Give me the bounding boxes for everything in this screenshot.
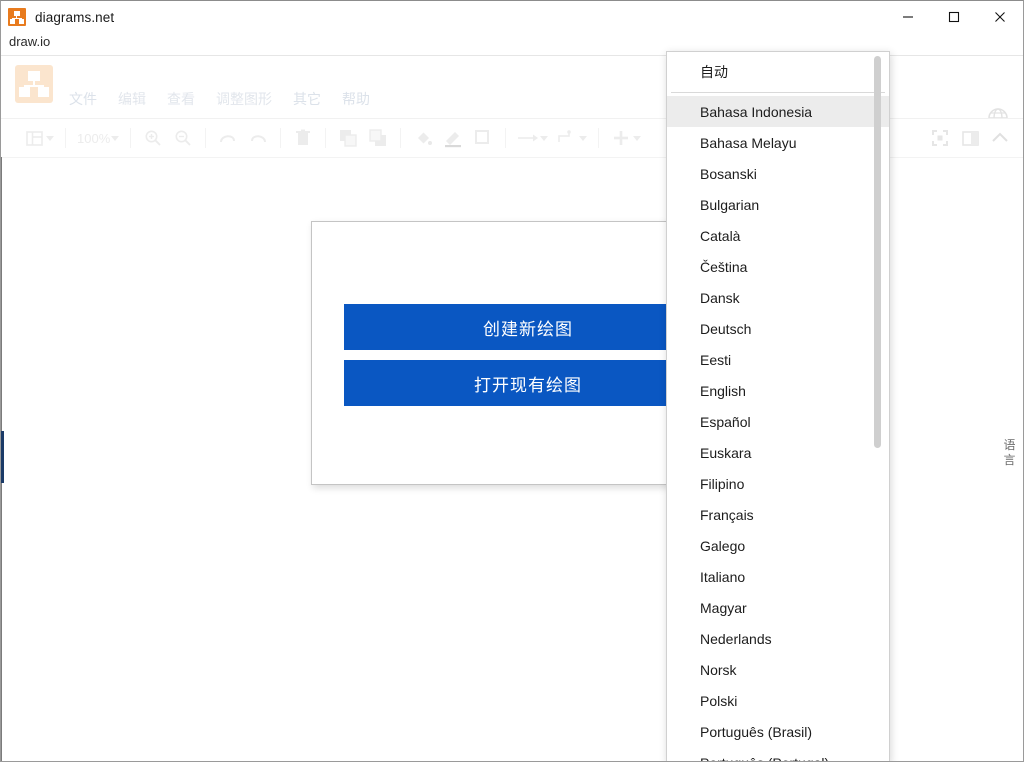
window-title: diagrams.net: [35, 9, 115, 25]
splash-dialog: 创建新绘图 打开现有绘图: [311, 221, 713, 485]
insert-icon[interactable]: [606, 123, 636, 153]
zoom-out-icon[interactable]: [168, 123, 198, 153]
redo-icon[interactable]: [243, 123, 273, 153]
language-option-magyar[interactable]: Magyar: [667, 592, 889, 623]
language-option-cestina[interactable]: Čeština: [667, 251, 889, 282]
collapse-icon[interactable]: [985, 123, 1015, 153]
language-option-nederlands[interactable]: Nederlands: [667, 623, 889, 654]
shadow-icon[interactable]: [468, 123, 498, 153]
language-dropdown-list: 自动 Bahasa Indonesia Bahasa Melayu Bosans…: [667, 52, 889, 762]
language-option-eesti[interactable]: Eesti: [667, 344, 889, 375]
create-new-diagram-button[interactable]: 创建新绘图: [344, 304, 712, 350]
panel-layout-icon[interactable]: [19, 123, 49, 153]
language-option-deutsch[interactable]: Deutsch: [667, 313, 889, 344]
zoom-caret-icon[interactable]: [111, 135, 120, 141]
language-option-norsk[interactable]: Norsk: [667, 654, 889, 685]
language-option-bahasa-melayu[interactable]: Bahasa Melayu: [667, 127, 889, 158]
language-option-espanol[interactable]: Español: [667, 406, 889, 437]
language-dropdown: 自动 Bahasa Indonesia Bahasa Melayu Bosans…: [666, 51, 890, 762]
menu-item-extras[interactable]: 其它: [293, 89, 321, 109]
toolbar-divider: [280, 128, 282, 148]
menu-items: 文件 编辑 查看 调整图形 其它 帮助: [69, 89, 370, 109]
menu-item-arrange[interactable]: 调整图形: [216, 89, 272, 109]
to-front-icon[interactable]: [333, 123, 363, 153]
language-option-euskara[interactable]: Euskara: [667, 437, 889, 468]
language-option-english[interactable]: English: [667, 375, 889, 406]
toolbar-divider: [598, 128, 600, 148]
toolbar-divider: [130, 128, 132, 148]
menu-item-file[interactable]: 文件: [69, 89, 97, 109]
language-option-portugues-portugal[interactable]: Português (Portugal): [667, 747, 889, 762]
delete-icon[interactable]: [288, 123, 318, 153]
language-option-italiano[interactable]: Italiano: [667, 561, 889, 592]
minimize-button[interactable]: [885, 1, 931, 33]
application-window: diagrams.net draw.io 文件 编辑 查看 调整图形 其它 帮助: [0, 0, 1024, 762]
connection-caret-icon[interactable]: [540, 135, 549, 141]
language-option-catala[interactable]: Català: [667, 220, 889, 251]
format-panel-icon[interactable]: [955, 123, 985, 153]
waypoints-caret-icon[interactable]: [579, 135, 588, 141]
to-back-icon[interactable]: [363, 123, 393, 153]
connection-arrow-icon[interactable]: [513, 123, 543, 153]
insert-caret-icon[interactable]: [633, 135, 642, 141]
toolbar-divider: [505, 128, 507, 148]
dropdown-scrollbar-thumb[interactable]: [874, 56, 881, 448]
dropdown-scrollbar-track[interactable]: [874, 54, 885, 760]
language-option-auto[interactable]: 自动: [667, 52, 889, 90]
fullscreen-icon[interactable]: [925, 123, 955, 153]
undo-icon[interactable]: [213, 123, 243, 153]
fill-color-icon[interactable]: [408, 123, 438, 153]
language-option-polski[interactable]: Polski: [667, 685, 889, 716]
toolbar-divider: [400, 128, 402, 148]
menu-item-edit[interactable]: 编辑: [118, 89, 146, 109]
menu-item-view[interactable]: 查看: [167, 89, 195, 109]
app-logo-icon: [15, 65, 53, 103]
waypoints-icon[interactable]: [552, 123, 582, 153]
language-option-francais[interactable]: Français: [667, 499, 889, 530]
zoom-level-label[interactable]: 100%: [73, 131, 114, 146]
toolbar-right-group: [925, 123, 1023, 153]
language-option-bahasa-indonesia[interactable]: Bahasa Indonesia: [667, 96, 889, 127]
language-option-galego[interactable]: Galego: [667, 530, 889, 561]
zoom-in-icon[interactable]: [138, 123, 168, 153]
toolbar-divider: [325, 128, 327, 148]
toolbar-divider: [205, 128, 207, 148]
toolbar-divider: [65, 128, 66, 148]
line-color-icon[interactable]: [438, 123, 468, 153]
left-edge-accent: [1, 431, 4, 483]
language-dropdown-separator: [671, 92, 885, 93]
window-titlebar: diagrams.net: [1, 1, 1023, 33]
language-label[interactable]: 语言: [1003, 438, 1016, 468]
panel-layout-caret-icon[interactable]: [46, 135, 54, 141]
window-controls: [885, 1, 1023, 33]
menu-item-help[interactable]: 帮助: [342, 89, 370, 109]
language-option-bosanski[interactable]: Bosanski: [667, 158, 889, 189]
language-option-portugues-brasil[interactable]: Português (Brasil): [667, 716, 889, 747]
maximize-button[interactable]: [931, 1, 977, 33]
language-option-dansk[interactable]: Dansk: [667, 282, 889, 313]
window-subtitle: draw.io: [9, 34, 51, 49]
close-button[interactable]: [977, 1, 1023, 33]
diagrams-net-logo-icon: [8, 8, 26, 26]
language-option-filipino[interactable]: Filipino: [667, 468, 889, 499]
open-existing-diagram-button[interactable]: 打开现有绘图: [344, 360, 712, 406]
language-option-bulgarian[interactable]: Bulgarian: [667, 189, 889, 220]
